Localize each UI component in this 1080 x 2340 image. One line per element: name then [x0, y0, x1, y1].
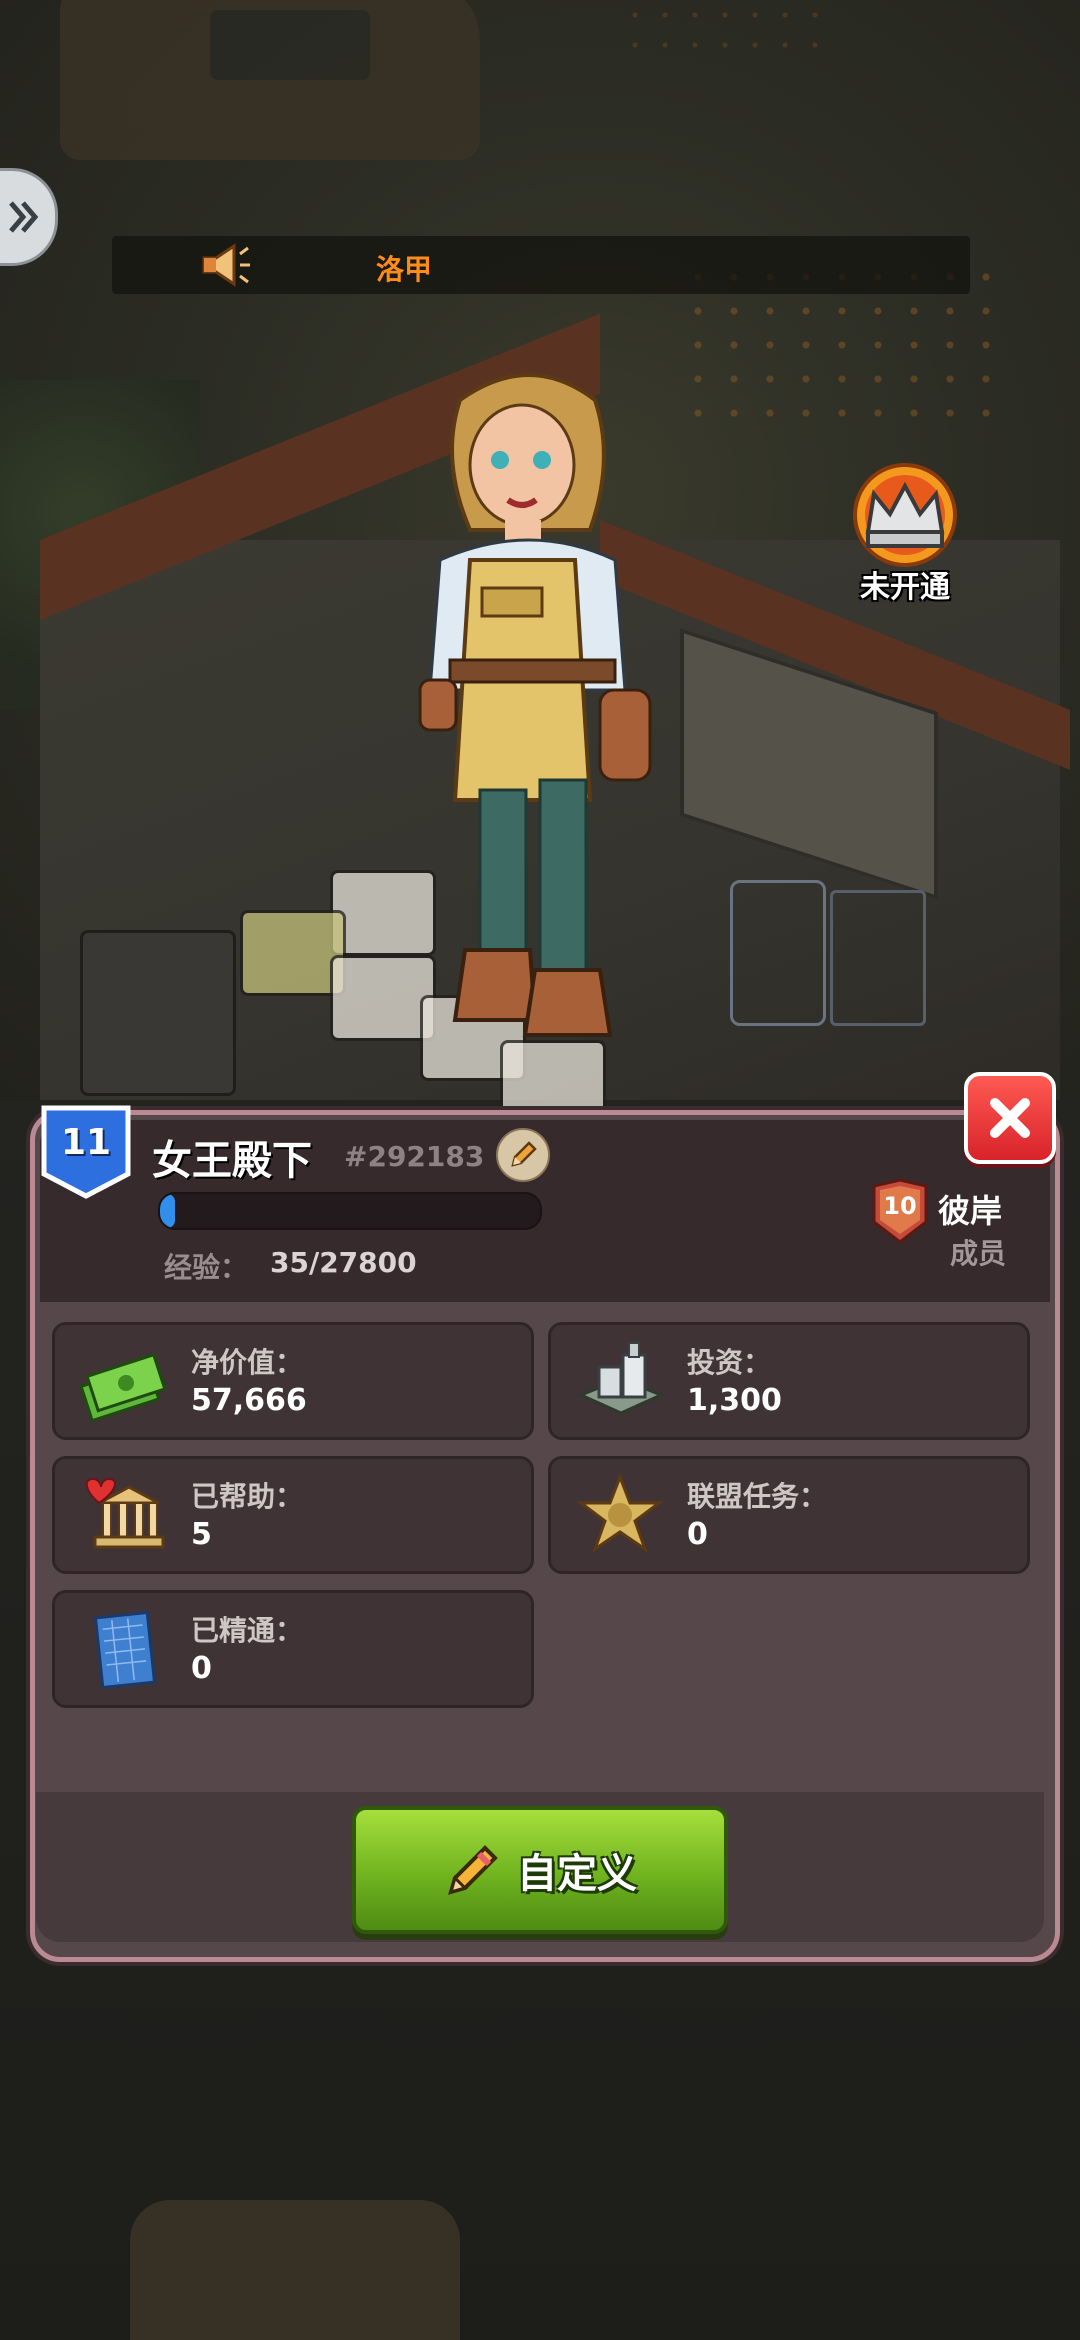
building-icon — [577, 1342, 665, 1415]
stat-value: 57,666 — [191, 1383, 307, 1418]
xp-progress-bar — [158, 1192, 542, 1230]
workbench — [80, 930, 236, 1096]
customize-button[interactable]: 自定义 — [352, 1806, 728, 1934]
blueprint-icon — [93, 1610, 157, 1690]
stat-label: 已帮助： — [191, 1480, 304, 1513]
megaphone-icon — [202, 243, 250, 287]
pencil-icon — [511, 1141, 537, 1167]
stat-value: 0 — [687, 1517, 708, 1552]
player-name: 女王殿下 — [152, 1138, 312, 1184]
stat-value: 0 — [191, 1651, 212, 1686]
player-level: 11 — [60, 1122, 112, 1163]
stat-net-worth: 净价值： 57,666 — [52, 1322, 534, 1440]
stat-label: 已精通： — [191, 1614, 304, 1647]
player-id: #292183 — [344, 1140, 485, 1173]
pencil-icon — [448, 1845, 498, 1895]
player-character — [418, 373, 652, 1037]
alliance-name[interactable]: 彼岸 — [938, 1186, 1002, 1232]
item-card — [500, 1040, 606, 1116]
customize-button-label: 自定义 — [517, 1851, 637, 1897]
alliance-rank-holder: 10 — [870, 1178, 930, 1244]
crown-status-label: 未开通 — [860, 570, 950, 605]
xp-progress-fill — [160, 1194, 176, 1228]
close-button[interactable] — [964, 1072, 1056, 1164]
xp-value: 35/27800 — [270, 1246, 417, 1279]
stat-value: 5 — [191, 1517, 212, 1552]
flowers-decoration — [620, 0, 820, 60]
cash-stack-icon — [79, 1352, 167, 1423]
crown-icon[interactable] — [840, 460, 970, 570]
announcement-bar[interactable]: 洛甲 — [112, 236, 970, 294]
gear-rack — [830, 890, 926, 1026]
stat-label: 投资： — [687, 1346, 772, 1379]
heart-bank-icon — [85, 1477, 165, 1549]
stat-alliance-tasks: 联盟任务： 0 — [548, 1456, 1030, 1574]
sheriff-star-icon — [576, 1473, 664, 1553]
wrecked-car — [60, 0, 480, 160]
stat-mastered: 已精通： 0 — [52, 1590, 534, 1708]
announcer-name[interactable]: 洛甲 — [376, 248, 432, 288]
edit-name-button[interactable] — [496, 1128, 550, 1182]
double-chevron-icon — [9, 201, 39, 233]
xp-label: 经验： — [164, 1251, 249, 1284]
alliance-rank: 10 — [883, 1192, 917, 1220]
close-icon — [990, 1098, 1030, 1138]
wrecked-car — [130, 2200, 460, 2340]
level-badge-text-holder: 11 — [40, 1104, 132, 1200]
stat-label: 净价值： — [191, 1346, 304, 1379]
stat-investment: 投资： 1,300 — [548, 1322, 1030, 1440]
alliance-role: 成员 — [950, 1237, 1007, 1270]
armor-stand — [730, 880, 826, 1026]
stat-label: 联盟任务： — [687, 1480, 828, 1513]
stat-value: 1,300 — [687, 1383, 782, 1418]
stat-helped: 已帮助： 5 — [52, 1456, 534, 1574]
